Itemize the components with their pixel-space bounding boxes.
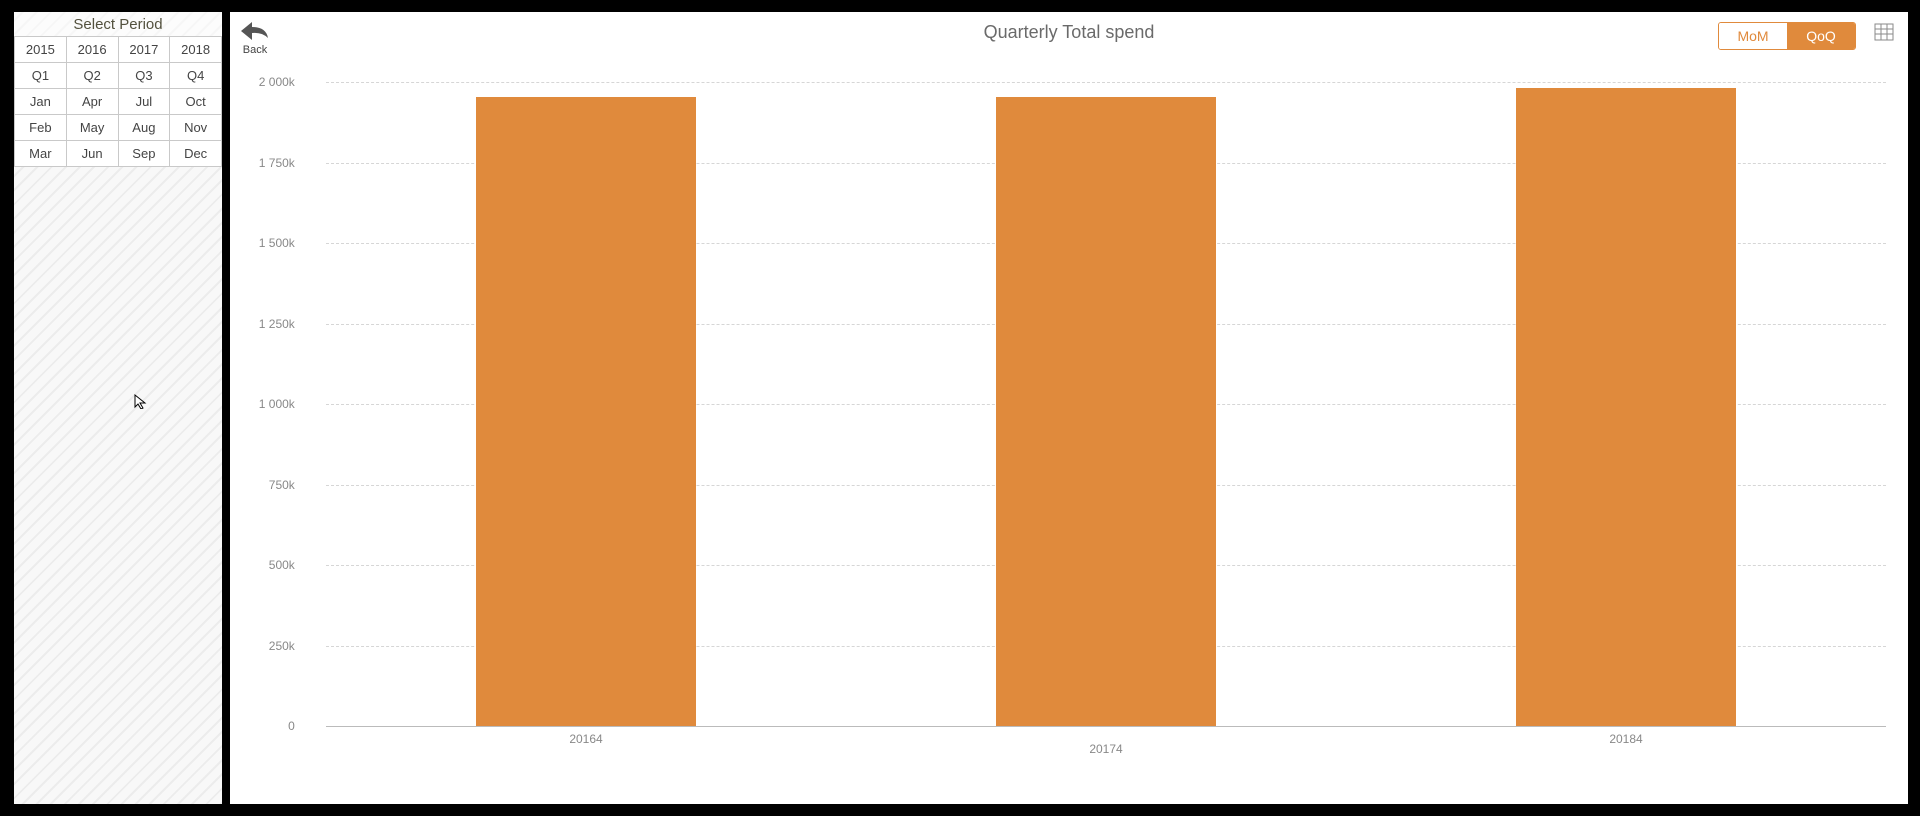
sidebar-title: Select Period <box>14 12 222 36</box>
y-tick-label: 750k <box>269 478 295 492</box>
bar[interactable] <box>996 97 1216 727</box>
month-row: Jan Apr Jul Oct <box>15 89 222 115</box>
x-tick-label: 20184 <box>1609 732 1642 746</box>
year-row: 2015 2016 2017 2018 <box>15 37 222 63</box>
chart-panel: Back Quarterly Total spend MoM QoQ 0250k… <box>230 12 1908 804</box>
period-toggle: MoM QoQ <box>1718 22 1856 50</box>
year-cell[interactable]: 2018 <box>170 37 222 63</box>
month-cell[interactable]: Sep <box>118 141 170 167</box>
toggle-mom[interactable]: MoM <box>1719 23 1787 49</box>
quarter-row: Q1 Q2 Q3 Q4 <box>15 63 222 89</box>
bar[interactable] <box>1516 88 1736 726</box>
toggle-qoq[interactable]: QoQ <box>1787 23 1855 49</box>
month-cell[interactable]: May <box>66 115 118 141</box>
month-row: Mar Jun Sep Dec <box>15 141 222 167</box>
year-cell[interactable]: 2017 <box>118 37 170 63</box>
y-tick-label: 0 <box>288 719 295 733</box>
month-cell[interactable]: Oct <box>170 89 222 115</box>
month-cell[interactable]: Aug <box>118 115 170 141</box>
chart-title: Quarterly Total spend <box>230 22 1908 43</box>
y-tick-label: 1 000k <box>259 397 295 411</box>
y-tick-label: 1 250k <box>259 317 295 331</box>
y-tick-label: 1 750k <box>259 156 295 170</box>
month-cell[interactable]: Nov <box>170 115 222 141</box>
plot-area: 0250k500k750k1 000k1 250k1 500k1 750k2 0… <box>326 82 1886 770</box>
bars-area <box>326 82 1886 726</box>
y-tick-label: 250k <box>269 639 295 653</box>
chart-menu-icon[interactable] <box>1874 22 1894 42</box>
gridline <box>326 726 1886 727</box>
y-tick-label: 2 000k <box>259 75 295 89</box>
year-cell[interactable]: 2015 <box>15 37 67 63</box>
month-cell[interactable]: Dec <box>170 141 222 167</box>
month-row: Feb May Aug Nov <box>15 115 222 141</box>
quarter-cell[interactable]: Q1 <box>15 63 67 89</box>
month-cell[interactable]: Jul <box>118 89 170 115</box>
back-label: Back <box>243 44 267 56</box>
month-cell[interactable]: Jun <box>66 141 118 167</box>
y-tick-label: 1 500k <box>259 236 295 250</box>
month-cell[interactable]: Jan <box>15 89 67 115</box>
x-tick-label: 20174 <box>1089 742 1122 756</box>
quarter-cell[interactable]: Q3 <box>118 63 170 89</box>
quarter-cell[interactable]: Q2 <box>66 63 118 89</box>
month-cell[interactable]: Feb <box>15 115 67 141</box>
period-grid: 2015 2016 2017 2018 Q1 Q2 Q3 Q4 Jan Apr … <box>14 36 222 167</box>
y-tick-label: 500k <box>269 558 295 572</box>
month-cell[interactable]: Apr <box>66 89 118 115</box>
sidebar: Select Period 2015 2016 2017 2018 Q1 Q2 … <box>14 12 222 804</box>
year-cell[interactable]: 2016 <box>66 37 118 63</box>
bar[interactable] <box>476 97 696 727</box>
month-cell[interactable]: Mar <box>15 141 67 167</box>
quarter-cell[interactable]: Q4 <box>170 63 222 89</box>
x-tick-label: 20164 <box>569 732 602 746</box>
